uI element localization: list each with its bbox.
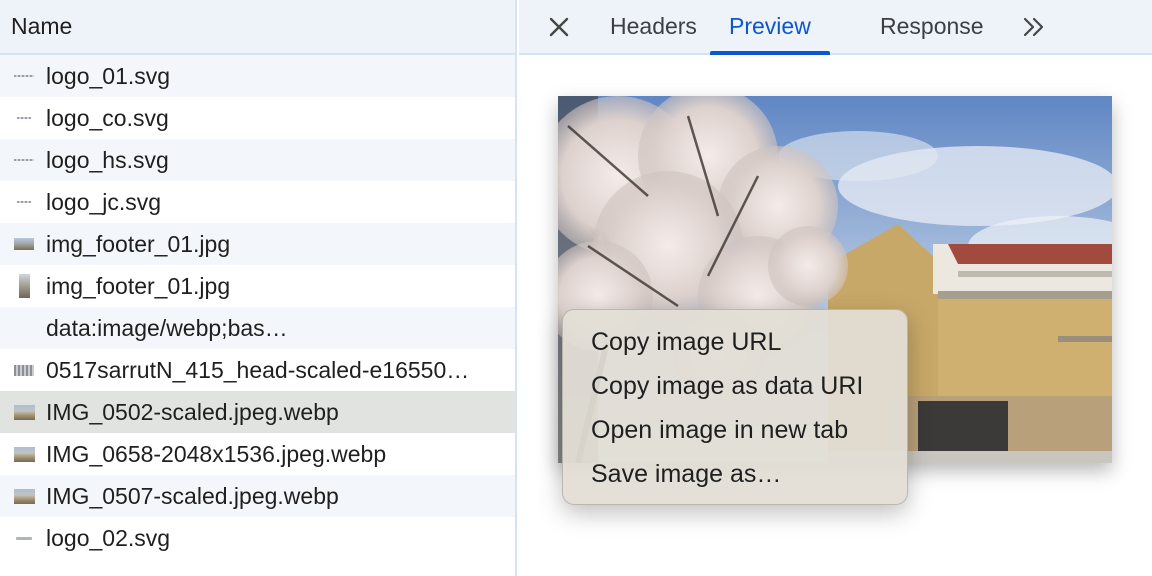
request-name: img_footer_01.jpg: [46, 230, 231, 257]
request-name: IMG_0502-scaled.jpeg.webp: [46, 398, 339, 425]
name-column-label: Name: [11, 13, 73, 39]
menu-item-copy-image-data-uri[interactable]: Copy image as data URI: [563, 364, 907, 408]
request-row[interactable]: logo_co.svg: [0, 97, 515, 139]
request-name: logo_jc.svg: [46, 188, 162, 215]
menu-item-label: Save image as…: [591, 459, 782, 488]
context-menu: Copy image URL Copy image as data URI Op…: [562, 309, 908, 505]
blank-thumbnail-icon: [13, 316, 35, 340]
request-row-selected[interactable]: IMG_0502-scaled.jpeg.webp: [0, 391, 515, 433]
request-row[interactable]: logo_02.svg: [0, 517, 515, 559]
svg-thumbnail-icon: [13, 64, 35, 88]
request-row[interactable]: logo_jc.svg: [0, 181, 515, 223]
svg-thumbnail-icon: [13, 106, 35, 130]
tab-preview-label: Preview: [729, 13, 811, 39]
request-name: data:image/webp;bas…: [46, 314, 288, 341]
name-column-header[interactable]: Name: [0, 0, 515, 55]
more-tabs-button[interactable]: [1019, 12, 1049, 42]
request-name: logo_hs.svg: [46, 146, 169, 173]
tab-headers[interactable]: Headers: [610, 0, 697, 53]
photo-thumbnail-icon: [13, 484, 35, 508]
request-name: logo_02.svg: [46, 524, 171, 551]
menu-item-label: Copy image as data URI: [591, 371, 864, 400]
request-name: IMG_0658-2048x1536.jpeg.webp: [46, 440, 387, 467]
close-button[interactable]: [545, 12, 573, 42]
request-row[interactable]: img_footer_01.jpg: [0, 265, 515, 307]
request-row[interactable]: IMG_0507-scaled.jpeg.webp: [0, 475, 515, 517]
requests-panel: Name logo_01.svg logo_co.svg logo_hs.svg…: [0, 0, 517, 576]
request-name: img_footer_01.jpg: [46, 272, 231, 299]
request-row[interactable]: IMG_0658-2048x1536.jpeg.webp: [0, 433, 515, 475]
request-row[interactable]: img_footer_01.jpg: [0, 223, 515, 265]
request-row[interactable]: logo_01.svg: [0, 55, 515, 97]
request-name: logo_01.svg: [46, 62, 171, 89]
image-thumbnail-icon: [13, 274, 35, 298]
tab-preview[interactable]: Preview: [710, 0, 830, 55]
menu-item-open-image-new-tab[interactable]: Open image in new tab: [563, 408, 907, 452]
tab-headers-label: Headers: [610, 13, 697, 39]
menu-item-label: Copy image URL: [591, 327, 782, 356]
request-row[interactable]: data:image/webp;bas…: [0, 307, 515, 349]
request-name: logo_co.svg: [46, 104, 169, 131]
close-icon: [549, 17, 569, 37]
image-thumbnail-icon: [13, 232, 35, 256]
request-name: IMG_0507-scaled.jpeg.webp: [46, 482, 339, 509]
request-list: logo_01.svg logo_co.svg logo_hs.svg logo…: [0, 55, 515, 559]
tab-response[interactable]: Response: [880, 0, 984, 53]
image-thumbnail-icon: [13, 358, 35, 382]
photo-thumbnail-icon: [13, 400, 35, 424]
menu-item-label: Open image in new tab: [591, 415, 849, 444]
chevron-double-right-icon: [1023, 17, 1044, 37]
menu-item-save-image-as[interactable]: Save image as…: [563, 452, 907, 496]
svg-thumbnail-icon: [13, 148, 35, 172]
request-row[interactable]: 0517sarrutN_415_head-scaled-e16550…: [0, 349, 515, 391]
tab-response-label: Response: [880, 13, 984, 39]
svg-thumbnail-icon: [13, 526, 35, 550]
photo-thumbnail-icon: [13, 442, 35, 466]
detail-tab-bar: Headers Preview Response: [519, 0, 1152, 55]
request-row[interactable]: logo_hs.svg: [0, 139, 515, 181]
request-name: 0517sarrutN_415_head-scaled-e16550…: [46, 356, 470, 383]
menu-item-copy-image-url[interactable]: Copy image URL: [563, 320, 907, 364]
active-tab-indicator: [710, 51, 830, 55]
svg-thumbnail-icon: [13, 190, 35, 214]
